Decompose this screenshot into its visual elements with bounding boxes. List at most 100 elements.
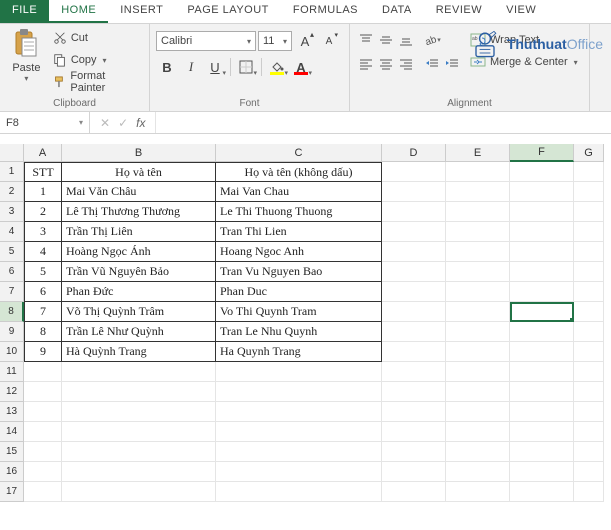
cell[interactable] xyxy=(24,402,62,422)
cell[interactable] xyxy=(510,202,574,222)
tab-formulas[interactable]: FORMULAS xyxy=(281,0,370,23)
cell[interactable] xyxy=(24,422,62,442)
cell[interactable] xyxy=(446,482,510,502)
cell[interactable] xyxy=(574,382,604,402)
cell[interactable] xyxy=(574,362,604,382)
cell[interactable] xyxy=(24,362,62,382)
row-header[interactable]: 5 xyxy=(0,242,24,262)
col-header[interactable]: E xyxy=(446,144,510,162)
font-name-combo[interactable]: Calibri▾ xyxy=(156,31,256,51)
cell[interactable]: Hoàng Ngọc Ánh xyxy=(62,242,216,262)
cell[interactable] xyxy=(446,242,510,262)
tab-view[interactable]: VIEW xyxy=(494,0,548,23)
increase-indent-button[interactable] xyxy=(442,54,462,74)
cell[interactable] xyxy=(62,482,216,502)
cell[interactable] xyxy=(382,322,446,342)
cell[interactable]: 2 xyxy=(24,202,62,222)
formula-input[interactable] xyxy=(156,112,611,133)
cell[interactable]: Phan Đức xyxy=(62,282,216,302)
cell[interactable]: Võ Thị Quỳnh Trâm xyxy=(62,302,216,322)
col-header[interactable]: G xyxy=(574,144,604,162)
cell[interactable]: Tran Vu Nguyen Bao xyxy=(216,262,382,282)
row-header[interactable]: 16 xyxy=(0,462,24,482)
cell[interactable] xyxy=(574,462,604,482)
cell[interactable] xyxy=(510,322,574,342)
col-header[interactable]: F xyxy=(510,144,574,162)
cell[interactable] xyxy=(446,182,510,202)
cell[interactable] xyxy=(62,362,216,382)
format-painter-button[interactable]: Format Painter xyxy=(51,72,143,92)
decrease-indent-button[interactable] xyxy=(422,54,442,74)
cell[interactable] xyxy=(382,242,446,262)
row-header[interactable]: 10 xyxy=(0,342,24,362)
cell[interactable]: Hoang Ngoc Anh xyxy=(216,242,382,262)
cell[interactable] xyxy=(216,482,382,502)
row-header[interactable]: 8 xyxy=(0,302,24,322)
cell[interactable] xyxy=(510,362,574,382)
align-right-button[interactable] xyxy=(396,54,416,74)
cell[interactable] xyxy=(574,322,604,342)
copy-button[interactable]: Copy▾ xyxy=(51,50,143,70)
cell[interactable]: Le Thi Thuong Thuong xyxy=(216,202,382,222)
col-header[interactable]: B xyxy=(62,144,216,162)
cell[interactable] xyxy=(24,462,62,482)
cell[interactable]: Mai Van Chau xyxy=(216,182,382,202)
cut-button[interactable]: Cut xyxy=(51,28,143,48)
cell[interactable]: 5 xyxy=(24,262,62,282)
cell[interactable]: 1 xyxy=(24,182,62,202)
cell[interactable]: Mai Văn Châu xyxy=(62,182,216,202)
cell[interactable] xyxy=(382,402,446,422)
cell[interactable] xyxy=(510,242,574,262)
cell[interactable] xyxy=(574,482,604,502)
cell[interactable] xyxy=(510,182,574,202)
cell[interactable] xyxy=(382,342,446,362)
cell[interactable] xyxy=(446,322,510,342)
align-bottom-button[interactable] xyxy=(396,30,416,50)
cell[interactable] xyxy=(574,282,604,302)
cell[interactable] xyxy=(446,162,510,182)
cell[interactable] xyxy=(62,462,216,482)
cell[interactable] xyxy=(510,462,574,482)
tab-file[interactable]: FILE xyxy=(0,0,49,23)
italic-button[interactable]: I xyxy=(180,56,202,78)
cell[interactable] xyxy=(510,282,574,302)
cancel-formula-button[interactable]: ✕ xyxy=(100,116,110,130)
align-middle-button[interactable] xyxy=(376,30,396,50)
tab-page-layout[interactable]: PAGE LAYOUT xyxy=(175,0,281,23)
row-header[interactable]: 15 xyxy=(0,442,24,462)
cell[interactable] xyxy=(574,162,604,182)
cell[interactable]: Hà Quỳnh Trang xyxy=(62,342,216,362)
cell[interactable] xyxy=(382,422,446,442)
cell[interactable] xyxy=(446,282,510,302)
cell[interactable] xyxy=(382,362,446,382)
cell[interactable] xyxy=(446,422,510,442)
cell[interactable] xyxy=(382,302,446,322)
cell[interactable] xyxy=(382,222,446,242)
cell[interactable] xyxy=(510,422,574,442)
cell[interactable] xyxy=(24,382,62,402)
cell[interactable] xyxy=(216,422,382,442)
cell[interactable]: 8 xyxy=(24,322,62,342)
row-header[interactable]: 17 xyxy=(0,482,24,502)
tab-insert[interactable]: INSERT xyxy=(108,0,175,23)
cell[interactable] xyxy=(510,442,574,462)
cell[interactable]: Tran Thi Lien xyxy=(216,222,382,242)
cell[interactable] xyxy=(510,402,574,422)
cell[interactable] xyxy=(446,382,510,402)
col-header[interactable]: A xyxy=(24,144,62,162)
fill-color-button[interactable]: ▾ xyxy=(266,56,288,78)
cell[interactable]: 4 xyxy=(24,242,62,262)
cell[interactable] xyxy=(446,402,510,422)
cell[interactable]: STT xyxy=(24,162,62,182)
row-header[interactable]: 4 xyxy=(0,222,24,242)
cell[interactable] xyxy=(574,222,604,242)
col-header[interactable]: C xyxy=(216,144,382,162)
cell[interactable] xyxy=(574,422,604,442)
cell[interactable] xyxy=(574,242,604,262)
cell[interactable] xyxy=(574,342,604,362)
name-box[interactable]: F8▾ xyxy=(0,112,90,133)
cell[interactable] xyxy=(62,402,216,422)
cell[interactable] xyxy=(446,202,510,222)
row-header[interactable]: 6 xyxy=(0,262,24,282)
row-header[interactable]: 12 xyxy=(0,382,24,402)
